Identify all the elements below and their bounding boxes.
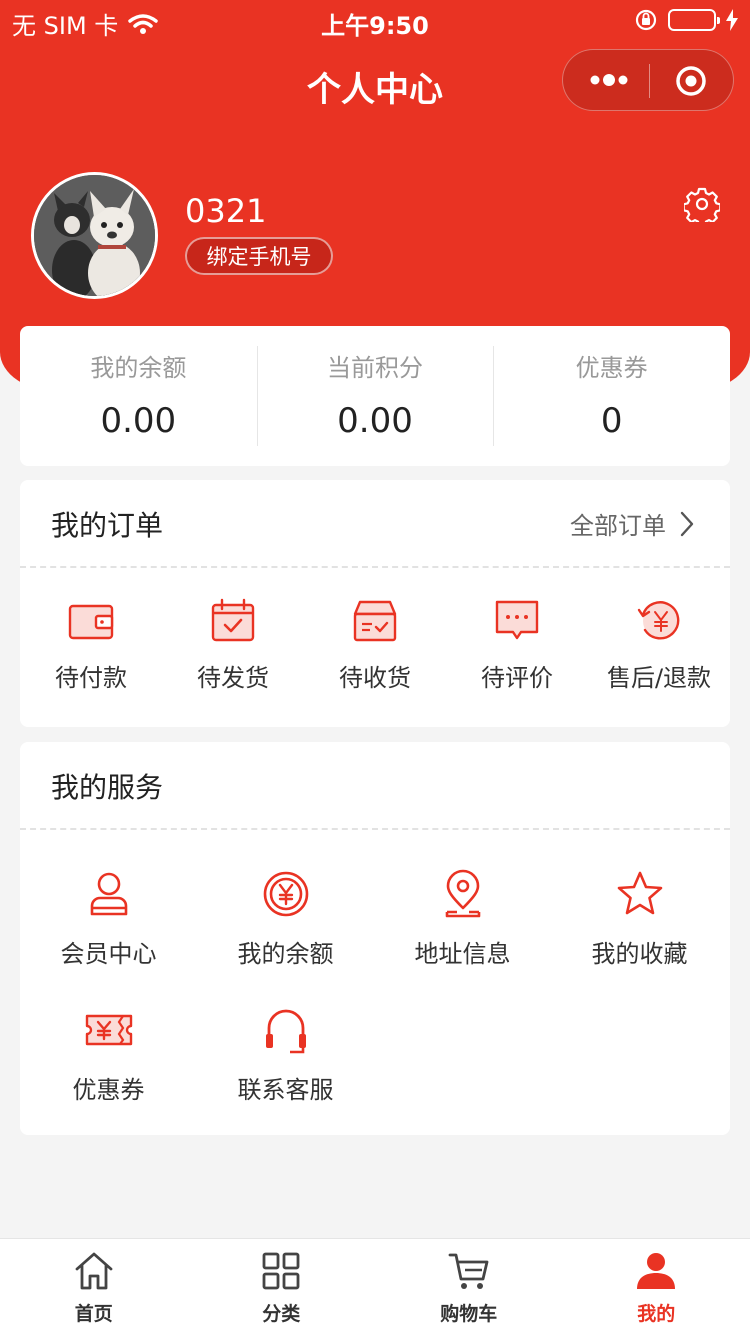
refund-icon bbox=[637, 601, 680, 640]
order-after-sales[interactable]: 售后/退款 bbox=[588, 596, 730, 693]
services-title: 我的服务 bbox=[51, 771, 164, 804]
order-item-label: 待发货 bbox=[197, 664, 269, 692]
service-item-label: 我的余额 bbox=[237, 940, 334, 968]
avatar[interactable] bbox=[31, 172, 158, 299]
home-icon bbox=[75, 1252, 113, 1290]
yen-coin-icon bbox=[263, 871, 308, 917]
dashed-divider bbox=[20, 828, 730, 830]
service-address-info[interactable]: 地址信息 bbox=[374, 868, 551, 969]
service-customer-support[interactable]: 联系客服 bbox=[197, 1004, 374, 1105]
all-orders-label: 全部订单 bbox=[570, 512, 666, 540]
service-item-label: 联系客服 bbox=[237, 1076, 334, 1104]
tab-label: 分类 bbox=[262, 1303, 301, 1325]
box-icon bbox=[353, 600, 397, 642]
service-item-label: 优惠券 bbox=[72, 1076, 145, 1104]
status-bar: 无 SIM 卡 上午9:50 bbox=[0, 0, 750, 40]
service-item-label: 地址信息 bbox=[414, 940, 511, 968]
stat-balance[interactable]: 我的余额 0.00 bbox=[20, 326, 257, 466]
tab-label: 购物车 bbox=[440, 1303, 498, 1325]
settings-gear-icon[interactable] bbox=[684, 186, 720, 222]
dog-avatar-image bbox=[34, 175, 155, 296]
close-target-icon[interactable] bbox=[675, 65, 707, 97]
battery-icon bbox=[668, 9, 720, 31]
stat-label: 我的余额 bbox=[90, 354, 187, 382]
service-my-favorites[interactable]: 我的收藏 bbox=[551, 868, 728, 969]
order-item-label: 待评价 bbox=[481, 664, 553, 692]
service-coupons[interactable]: 优惠券 bbox=[20, 1004, 197, 1105]
username: 0321 bbox=[185, 192, 267, 230]
rotation-lock-icon bbox=[635, 9, 657, 31]
orders-title: 我的订单 bbox=[51, 509, 164, 542]
charging-icon bbox=[726, 9, 738, 31]
stat-points[interactable]: 当前积分 0.00 bbox=[256, 326, 494, 466]
bottom-tab-bar: 首页 分类 购物车 我的 bbox=[0, 1238, 750, 1334]
order-item-label: 待付款 bbox=[55, 664, 127, 692]
service-item-label: 我的收藏 bbox=[591, 940, 688, 968]
my-services-card: 我的服务 会员中心 我的余额 地址信息 我的收藏 优惠券 联系客服 bbox=[20, 742, 730, 1135]
dashed-divider bbox=[20, 566, 730, 568]
service-item-label: 会员中心 bbox=[60, 940, 157, 968]
user-icon bbox=[637, 1253, 676, 1289]
stat-value: 0.00 bbox=[100, 401, 177, 441]
coupon-icon bbox=[85, 1014, 132, 1046]
tab-category[interactable]: 分类 bbox=[188, 1239, 376, 1334]
account-stats-card: 我的余额 0.00 当前积分 0.00 优惠券 0 bbox=[20, 326, 730, 466]
tab-cart[interactable]: 购物车 bbox=[375, 1239, 563, 1334]
stat-coupons[interactable]: 优惠券 0 bbox=[493, 326, 730, 466]
stat-value: 0 bbox=[600, 401, 623, 441]
star-icon bbox=[617, 871, 662, 915]
location-pin-icon bbox=[445, 869, 480, 918]
cart-icon bbox=[448, 1253, 489, 1289]
service-my-balance[interactable]: 我的余额 bbox=[197, 868, 374, 969]
stat-value: 0.00 bbox=[337, 401, 413, 441]
wallet-icon bbox=[68, 604, 114, 640]
member-icon bbox=[90, 872, 127, 916]
tab-label: 我的 bbox=[637, 1303, 676, 1325]
tab-mine[interactable]: 我的 bbox=[563, 1239, 750, 1334]
stat-label: 优惠券 bbox=[575, 354, 648, 382]
order-item-label: 待收货 bbox=[339, 664, 411, 692]
order-pending-review[interactable]: 待评价 bbox=[446, 596, 588, 693]
order-pending-receipt[interactable]: 待收货 bbox=[304, 596, 446, 693]
bind-phone-button[interactable]: 绑定手机号 bbox=[185, 237, 333, 275]
all-orders-link[interactable]: 全部订单 bbox=[570, 506, 694, 541]
mini-program-capsule bbox=[562, 49, 734, 111]
tab-home[interactable]: 首页 bbox=[0, 1239, 188, 1334]
service-member-center[interactable]: 会员中心 bbox=[20, 868, 197, 969]
capsule-divider bbox=[649, 64, 650, 98]
tab-label: 首页 bbox=[74, 1303, 113, 1325]
grid-icon bbox=[262, 1252, 300, 1290]
more-dots-icon[interactable] bbox=[589, 68, 629, 92]
my-orders-card: 我的订单 全部订单 待付款 待发货 待收货 待评价 售后/退款 bbox=[20, 480, 730, 727]
chat-bubble-icon bbox=[495, 600, 539, 640]
chevron-right-icon bbox=[680, 511, 694, 536]
stat-label: 当前积分 bbox=[327, 354, 423, 382]
order-pending-payment[interactable]: 待付款 bbox=[20, 596, 162, 693]
order-item-label: 售后/退款 bbox=[606, 664, 712, 692]
order-pending-shipment[interactable]: 待发货 bbox=[162, 596, 304, 693]
calendar-check-icon bbox=[211, 598, 255, 642]
headset-icon bbox=[265, 1009, 306, 1054]
